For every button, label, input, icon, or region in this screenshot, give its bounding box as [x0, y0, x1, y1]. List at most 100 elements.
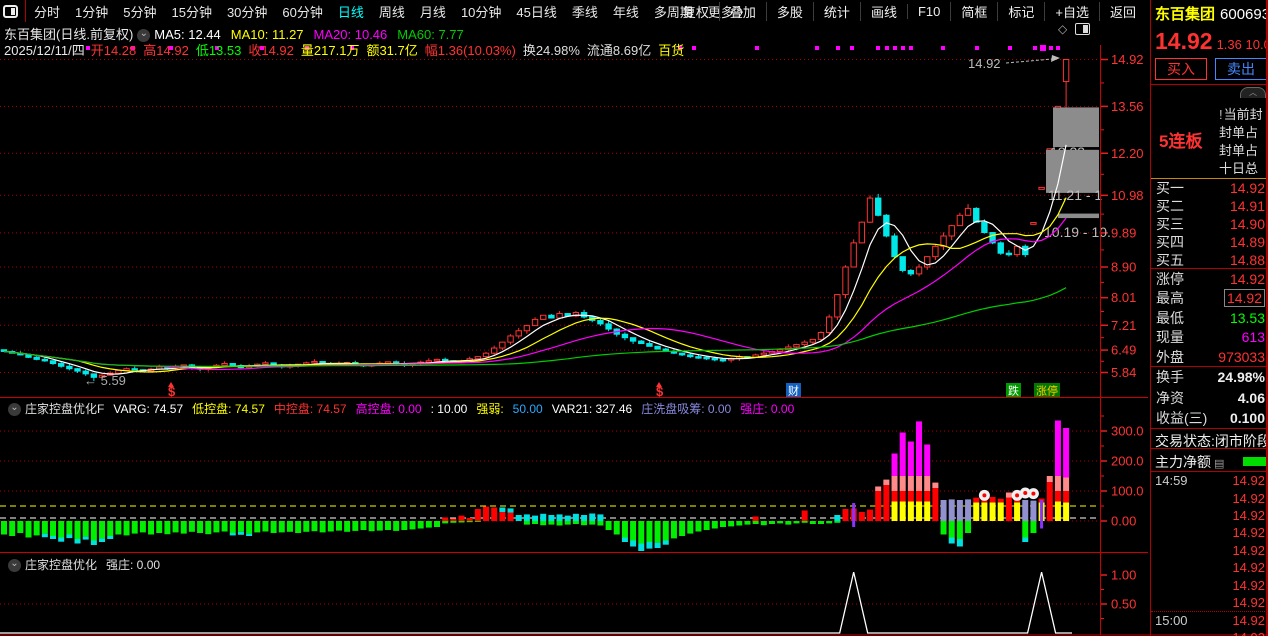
indicator-value: 庄家控盘优化F [25, 402, 104, 416]
app-root: 14.9213.5612.2010.989.898.908.017.216.49… [0, 0, 1268, 636]
tick-row: 14.92 [1151, 524, 1268, 541]
toolbar-button-2[interactable]: 多股 [766, 2, 813, 21]
board-info-line: 十日总 [1219, 158, 1268, 176]
svg-text:5.84: 5.84 [1111, 365, 1136, 380]
tick-row: 15:0014.92 [1151, 611, 1268, 628]
bid-row[interactable]: 买五 14.88 [1151, 251, 1268, 269]
stat-row: 现量613 [1151, 328, 1268, 348]
toolbar-button-0[interactable]: 复权 [673, 2, 719, 21]
ma-line-MA5 [4, 145, 1066, 374]
ohlc-info-line: 2025/12/11/四开14.28高14.92低13.53收14.92量217… [4, 40, 691, 56]
tick-price: 14.92 [1232, 491, 1265, 506]
period-tab-12[interactable]: 年线 [613, 2, 639, 21]
indicator-value: 中控盘: 74.57 [274, 402, 347, 416]
tick-price: 14.92 [1232, 595, 1265, 610]
tick-price: 14.92 [1232, 578, 1265, 593]
list-icon[interactable]: ▤ [1214, 458, 1224, 470]
financial-list: 换手24.98%净资4.06收益(三)0.100 [1151, 366, 1268, 428]
svg-text:财: 财 [788, 384, 799, 398]
board-info-line: !当前封 [1219, 104, 1268, 122]
financial-value: 4.06 [1238, 390, 1265, 406]
tick-price: 14.92 [1232, 560, 1265, 575]
stat-label: 最低 [1156, 308, 1184, 328]
financial-label: 换手 [1156, 367, 1184, 387]
main-chart-canvas[interactable]: 14.9213.5612.2010.989.898.908.017.216.49… [0, 0, 1268, 636]
quote-sidebar: 东百集团600693 14.921.36 10.03% 买入 卖出 ︿ 5连板 … [1150, 0, 1268, 636]
period-tab-9[interactable]: 10分钟 [461, 2, 501, 21]
indicator-value: 强庄: 0.00 [106, 558, 160, 572]
collapse-icon[interactable]: ⌄ [8, 559, 21, 572]
period-tab-8[interactable]: 月线 [420, 2, 446, 21]
toolbar-button-3[interactable]: 统计 [813, 2, 860, 21]
chart-info-line: 东百集团(日线.前复权)⌄MA5: 12.44MA10: 11.27MA20: … [4, 24, 474, 40]
period-tab-0[interactable]: 分时 [34, 2, 60, 21]
svg-text:200.0: 200.0 [1111, 454, 1144, 469]
svg-text:14.92: 14.92 [968, 56, 1001, 71]
period-tab-2[interactable]: 5分钟 [123, 2, 156, 21]
svg-text:0.50: 0.50 [1111, 597, 1136, 612]
bid-row[interactable]: 买一14.92 [1151, 179, 1268, 197]
buy-button[interactable]: 买入 [1155, 58, 1207, 80]
diamond-icon[interactable]: ◇ [1058, 22, 1067, 36]
period-tab-6[interactable]: 日线 [338, 2, 364, 21]
financial-label: 净资 [1156, 388, 1184, 408]
bid-row[interactable]: 买二14.91 [1151, 197, 1268, 215]
period-tab-4[interactable]: 30分钟 [227, 2, 267, 21]
stat-label: 最高 [1156, 288, 1184, 308]
toolbar-button-9[interactable]: 返回 [1099, 2, 1146, 21]
bid-value: 14.88 [1230, 252, 1265, 268]
svg-text:6.49: 6.49 [1111, 343, 1136, 358]
last-price: 14.92 [1155, 28, 1213, 54]
toolbar-button-8[interactable]: +自选 [1044, 2, 1099, 21]
main-flow-label: 主力净额 [1155, 454, 1211, 470]
stat-label: 现量 [1156, 327, 1184, 347]
date-label: 2025/12/11/四 [4, 43, 85, 58]
window-icon[interactable] [3, 5, 18, 18]
toolbar-button-4[interactable]: 画线 [860, 2, 907, 21]
collapse-chevron-icon[interactable]: ︿ [1240, 87, 1266, 98]
indicator-value: 50.00 [513, 402, 543, 416]
stock-name: 东百集团 [1155, 6, 1215, 23]
flow-bar [1243, 457, 1268, 466]
svg-text:← 5.59: ← 5.59 [84, 373, 126, 388]
period-tab-3[interactable]: 15分钟 [171, 2, 211, 21]
toolbar-button-5[interactable]: F10 [907, 4, 950, 19]
tick-row: 14:5914.92 [1151, 472, 1268, 489]
svg-text:跌: 跌 [1008, 384, 1019, 398]
bid-row[interactable]: 买三14.90 [1151, 215, 1268, 233]
board-info-line: 封单占 [1219, 140, 1268, 158]
split-view-icon[interactable] [1075, 23, 1090, 35]
period-tab-1[interactable]: 1分钟 [75, 2, 108, 21]
price-change-pct: 10.03% [1246, 37, 1268, 52]
toolbar-button-7[interactable]: 标记 [997, 2, 1044, 21]
toolbar-button-6[interactable]: 简框 [950, 2, 997, 21]
ohlc-value: 收14.92 [248, 43, 294, 58]
svg-text:10.98: 10.98 [1111, 188, 1144, 203]
bid-label: 买三 [1156, 214, 1184, 234]
financial-value: 24.98% [1218, 369, 1265, 385]
bid-label: 买五 [1156, 250, 1184, 270]
tick-list[interactable]: 14:5914.9214.9214.9214.9214.9214.9214.92… [1151, 471, 1268, 636]
tick-price: 14.92 [1232, 473, 1265, 488]
period-tab-11[interactable]: 季线 [572, 2, 598, 21]
ohlc-value: 流通8.69亿 [587, 43, 651, 58]
ohlc-value: 幅1.36(10.03%) [425, 43, 516, 58]
sell-button[interactable]: 卖出 [1215, 58, 1267, 80]
period-tab-7[interactable]: 周线 [379, 2, 405, 21]
spike-line [0, 572, 1072, 633]
tick-price: 14.92 [1232, 508, 1265, 523]
stat-value: 973033 [1218, 349, 1265, 365]
indicator-value: 低控盘: 74.57 [192, 402, 265, 416]
collapse-icon[interactable]: ⌄ [8, 403, 21, 416]
svg-text:1.00: 1.00 [1111, 568, 1136, 583]
board-badge: 5连板 [1159, 127, 1202, 152]
toolbar-button-1[interactable]: 叠加 [719, 2, 766, 21]
toolbar: 复权叠加多股统计画线F10简框标记+自选返回 [673, 0, 1146, 22]
chart-corner-icons: ◇ [1058, 22, 1090, 36]
bid-row[interactable]: 买四14.89 [1151, 233, 1268, 251]
tick-row: 14.92 [1151, 507, 1268, 524]
bid-quote-list: 买一14.92买二14.91买三14.90买四14.89买五 14.88 [1151, 178, 1268, 268]
period-tab-10[interactable]: 45日线 [516, 2, 556, 21]
period-tab-5[interactable]: 60分钟 [282, 2, 322, 21]
board-panel: ︿ 5连板 !当前封封单占封单占十日总 [1151, 84, 1268, 178]
